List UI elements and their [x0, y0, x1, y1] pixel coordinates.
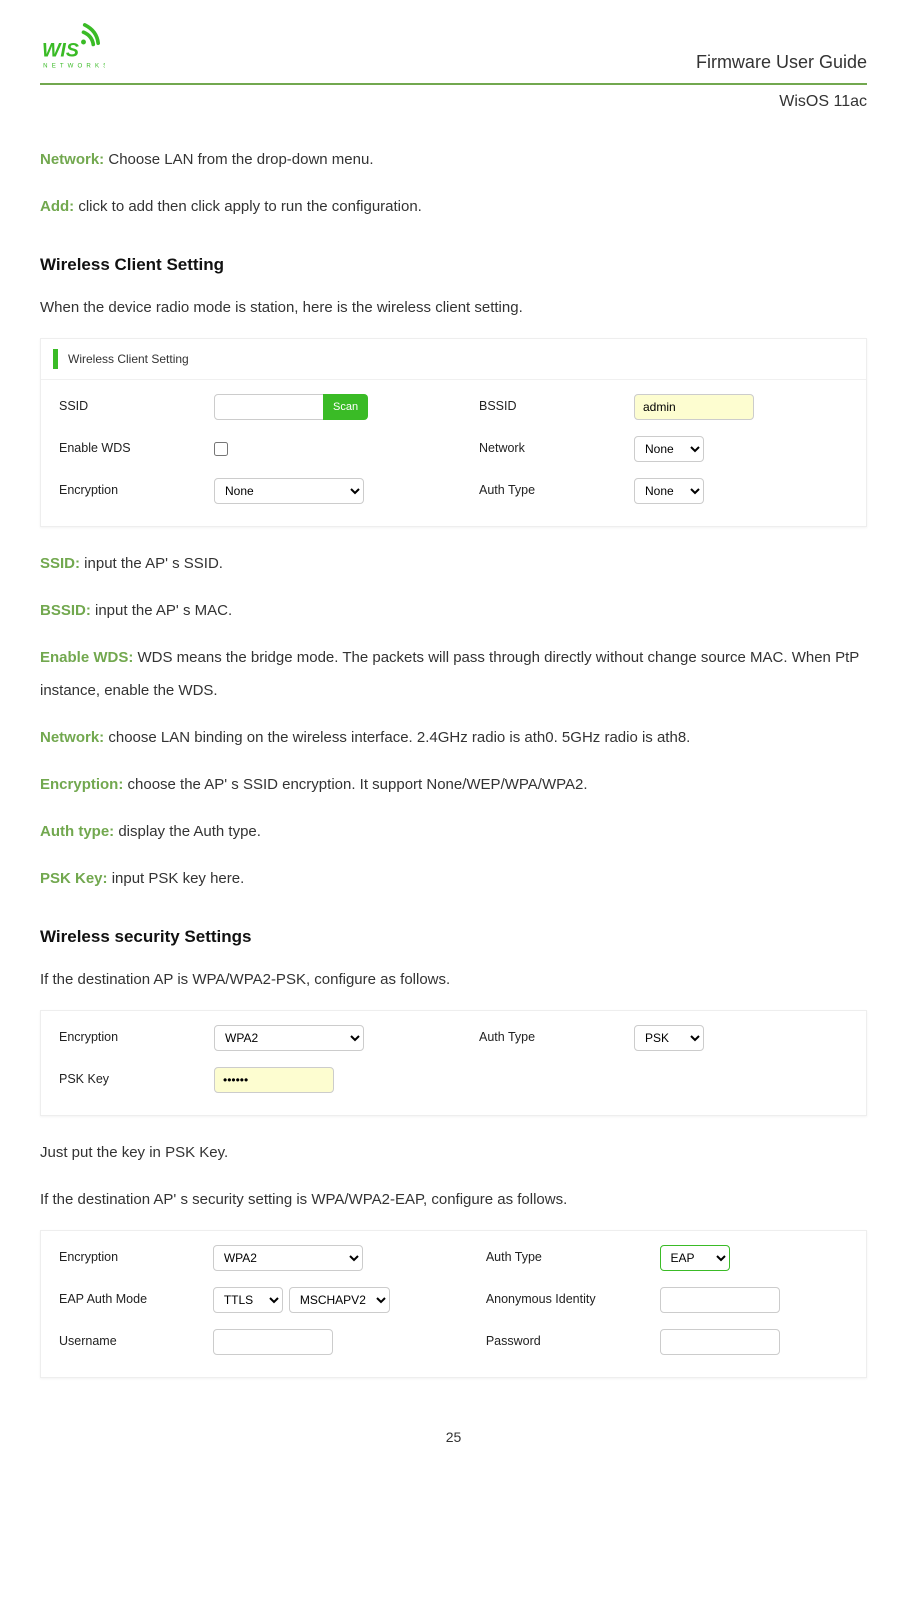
def-wds-text: WDS means the bridge mode. The packets w… — [40, 649, 859, 699]
term-wds: Enable WDS: — [40, 649, 133, 666]
psk-key-label: PSK Key — [59, 1071, 204, 1089]
panel-accent-bar — [53, 349, 58, 369]
section-wireless-security-desc1: If the destination AP is WPA/WPA2-PSK, c… — [40, 963, 867, 996]
wds-checkbox[interactable] — [214, 442, 228, 456]
username-input[interactable] — [213, 1329, 333, 1355]
anon-label: Anonymous Identity — [486, 1291, 650, 1309]
psk-key-input[interactable] — [214, 1067, 334, 1093]
section-wireless-security-title: Wireless security Settings — [40, 925, 867, 949]
term-net: Network: — [40, 729, 104, 746]
eap-auth-select[interactable]: EAP — [660, 1245, 730, 1271]
def-ssid-text: input the AP' s SSID. — [80, 555, 223, 572]
eap-auth-label: Auth Type — [486, 1249, 650, 1267]
intro-network: Network: Choose LAN from the drop-down m… — [40, 143, 867, 176]
eap-mode-select-1[interactable]: TTLS — [213, 1287, 283, 1313]
def-bssid: BSSID: input the AP' s MAC. — [40, 594, 867, 627]
panel-header: Wireless Client Setting — [41, 339, 866, 380]
svg-text:N E T W O R K S: N E T W O R K S — [43, 63, 105, 70]
network-select[interactable]: None — [634, 436, 704, 462]
section-wireless-security-desc2: If the destination AP' s security settin… — [40, 1183, 867, 1216]
def-bssid-text: input the AP' s MAC. — [91, 602, 232, 619]
psk-auth-select[interactable]: PSK — [634, 1025, 704, 1051]
def-wds: Enable WDS: WDS means the bridge mode. T… — [40, 641, 867, 707]
term-enc: Encryption: — [40, 776, 123, 793]
term-ssid: SSID: — [40, 555, 80, 572]
header-subtitle: WisOS 11ac — [40, 91, 867, 113]
section-wireless-client-desc: When the device radio mode is station, h… — [40, 291, 867, 324]
term-network: Network: — [40, 151, 104, 168]
wis-networks-logo: WIS N E T W O R K S — [40, 20, 105, 75]
bssid-label: BSSID — [479, 398, 624, 416]
intro-add: Add: click to add then click apply to ru… — [40, 190, 867, 223]
def-net-text: choose LAN binding on the wireless inter… — [104, 729, 690, 746]
def-enc-text: choose the AP' s SSID encryption. It sup… — [123, 776, 587, 793]
psk-auth-label: Auth Type — [479, 1029, 624, 1047]
def-authtype: Auth type: display the Auth type. — [40, 815, 867, 848]
def-encryption: Encryption: choose the AP' s SSID encryp… — [40, 768, 867, 801]
encryption-select[interactable]: None — [214, 478, 364, 504]
term-auth: Auth type: — [40, 823, 114, 840]
anon-input[interactable] — [660, 1287, 780, 1313]
scan-button[interactable]: Scan — [323, 394, 368, 420]
eap-enc-select[interactable]: WPA2 — [213, 1245, 363, 1271]
network-label: Network — [479, 440, 624, 458]
ssid-label: SSID — [59, 398, 204, 416]
ssid-input[interactable] — [214, 394, 324, 420]
svg-text:WIS: WIS — [42, 40, 79, 62]
wds-label: Enable WDS — [59, 440, 204, 458]
term-add: Add: — [40, 198, 74, 215]
def-auth-text: display the Auth type. — [114, 823, 261, 840]
def-network: Network: choose LAN binding on the wirel… — [40, 721, 867, 754]
page-header: WIS N E T W O R K S Firmware User Guide — [40, 20, 867, 85]
psk-enc-select[interactable]: WPA2 — [214, 1025, 364, 1051]
term-psk: PSK Key: — [40, 870, 108, 887]
page-number: 25 — [40, 1428, 867, 1448]
password-input[interactable] — [660, 1329, 780, 1355]
psk-enc-label: Encryption — [59, 1029, 204, 1047]
wireless-client-panel: Wireless Client Setting SSID Scan BSSID … — [40, 338, 867, 527]
def-pskkey: PSK Key: input PSK key here. — [40, 862, 867, 895]
section-wireless-client-title: Wireless Client Setting — [40, 253, 867, 277]
psk-panel: Encryption WPA2 Auth Type PSK PSK Key — [40, 1010, 867, 1116]
header-title: Firmware User Guide — [696, 50, 867, 75]
def-psk-text: input PSK key here. — [108, 870, 245, 887]
encryption-label: Encryption — [59, 482, 204, 500]
username-label: Username — [59, 1333, 203, 1351]
eap-enc-label: Encryption — [59, 1249, 203, 1267]
authtype-label: Auth Type — [479, 482, 624, 500]
eap-mode-label: EAP Auth Mode — [59, 1291, 203, 1309]
psk-note: Just put the key in PSK Key. — [40, 1136, 867, 1169]
panel-title: Wireless Client Setting — [68, 351, 189, 368]
eap-mode-select-2[interactable]: MSCHAPV2 — [289, 1287, 390, 1313]
authtype-select[interactable]: None — [634, 478, 704, 504]
bssid-input[interactable] — [634, 394, 754, 420]
intro-add-text: click to add then click apply to run the… — [74, 198, 422, 215]
eap-panel: Encryption WPA2 Auth Type EAP EAP Auth M… — [40, 1230, 867, 1378]
term-bssid: BSSID: — [40, 602, 91, 619]
intro-network-text: Choose LAN from the drop-down menu. — [104, 151, 373, 168]
def-ssid: SSID: input the AP' s SSID. — [40, 547, 867, 580]
password-label: Password — [486, 1333, 650, 1351]
